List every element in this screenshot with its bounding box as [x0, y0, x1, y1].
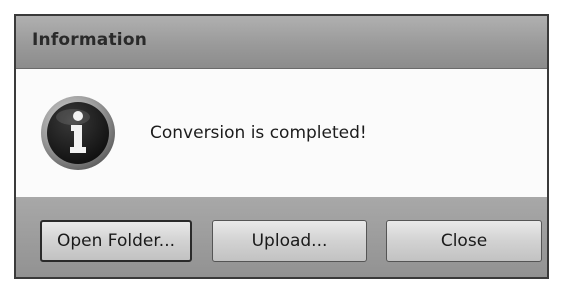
- open-folder-button[interactable]: Open Folder...: [40, 220, 192, 262]
- information-dialog: Information Conversion is completed! Ope…: [14, 14, 549, 279]
- dialog-titlebar[interactable]: Information: [16, 16, 547, 68]
- upload-button[interactable]: Upload...: [212, 220, 367, 262]
- info-icon: [41, 96, 115, 170]
- close-button[interactable]: Close: [386, 220, 542, 262]
- dialog-content: Conversion is completed!: [16, 68, 547, 198]
- button-bar: Open Folder... Upload... Close: [16, 197, 547, 277]
- dialog-title: Information: [32, 30, 148, 50]
- dialog-message: Conversion is completed!: [150, 123, 367, 143]
